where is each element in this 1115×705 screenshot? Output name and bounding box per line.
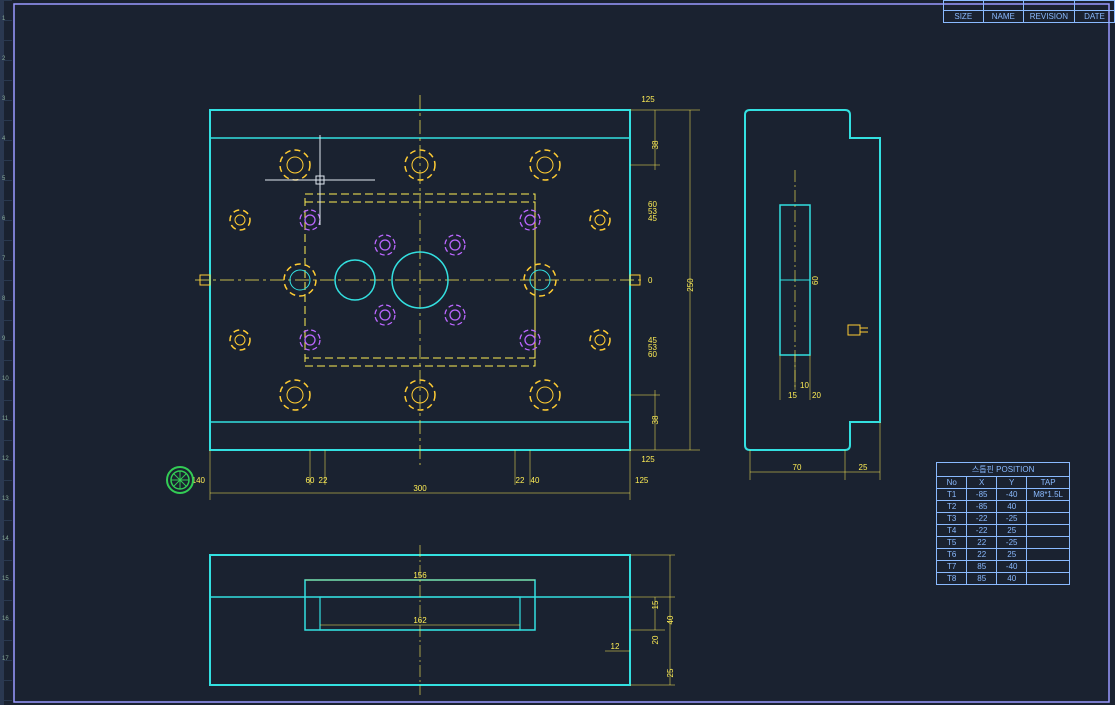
svg-text:60: 60 <box>811 276 820 285</box>
svg-text:22: 22 <box>319 476 328 485</box>
svg-text:40: 40 <box>666 615 675 624</box>
position-table: 스톱핀 POSITION No X Y TAP T1-85-40M8*1.5LT… <box>936 462 1070 585</box>
svg-text:20: 20 <box>812 391 821 400</box>
svg-text:70: 70 <box>793 463 802 472</box>
table-row: T88540 <box>937 573 1070 585</box>
crosshair-cursor-icon <box>265 135 375 225</box>
svg-text:17: 17 <box>2 656 9 662</box>
table-row: T2-8540 <box>937 501 1070 513</box>
svg-text:40: 40 <box>531 476 540 485</box>
svg-text:60: 60 <box>306 476 315 485</box>
green-marker-icon <box>167 467 193 493</box>
tb-name: NAME <box>983 11 1023 23</box>
svg-text:0: 0 <box>648 276 653 285</box>
svg-text:20: 20 <box>651 635 660 644</box>
tb-size: SIZE <box>943 11 983 23</box>
table-row: T785-40 <box>937 561 1070 573</box>
svg-text:10: 10 <box>800 381 809 390</box>
svg-text:60: 60 <box>648 350 657 359</box>
svg-text:16: 16 <box>2 616 9 622</box>
front-view: 250 38 38 125 125 60 53 45 0 45 53 60 30… <box>192 95 700 500</box>
svg-text:15: 15 <box>2 576 9 582</box>
svg-text:125: 125 <box>641 455 655 464</box>
svg-text:45: 45 <box>648 214 657 223</box>
svg-text:14: 14 <box>2 536 9 542</box>
table-row: T1-85-40M8*1.5L <box>937 489 1070 501</box>
ruler-bottom-strip <box>0 0 4 705</box>
svg-text:156: 156 <box>413 571 427 580</box>
svg-text:10: 10 <box>2 376 9 382</box>
svg-text:125: 125 <box>635 476 649 485</box>
position-table-title: 스톱핀 POSITION <box>937 463 1070 477</box>
svg-text:162: 162 <box>413 616 427 625</box>
table-row: T522-25 <box>937 537 1070 549</box>
tb-rev: REVISION <box>1023 11 1074 23</box>
side-view: 70 25 10 15 20 60 <box>745 110 880 480</box>
dim-38a: 38 <box>651 140 660 149</box>
svg-text:12: 12 <box>2 456 9 462</box>
svg-text:15: 15 <box>651 600 660 609</box>
dim-38b: 38 <box>651 415 660 424</box>
svg-text:25: 25 <box>859 463 868 472</box>
svg-text:125: 125 <box>641 95 655 104</box>
svg-text:22: 22 <box>516 476 525 485</box>
cad-drawing-canvas[interactable]: 123 456 789 101112 131415 1617 <box>0 0 1115 705</box>
svg-text:13: 13 <box>2 496 9 502</box>
section-view: 156 162 40 15 20 25 12 <box>210 545 675 695</box>
table-row: T62225 <box>937 549 1070 561</box>
tb-date: DATE <box>1075 11 1115 23</box>
table-row: T4-2225 <box>937 525 1070 537</box>
svg-text:12: 12 <box>611 642 620 651</box>
svg-text:15: 15 <box>788 391 797 400</box>
title-block: SIZE NAME REVISION DATE <box>943 0 1115 23</box>
dim-250: 250 <box>686 278 695 292</box>
svg-text:11: 11 <box>2 416 9 422</box>
svg-text:25: 25 <box>666 668 675 677</box>
table-row: T3-22-25 <box>937 513 1070 525</box>
svg-text:300: 300 <box>413 484 427 493</box>
